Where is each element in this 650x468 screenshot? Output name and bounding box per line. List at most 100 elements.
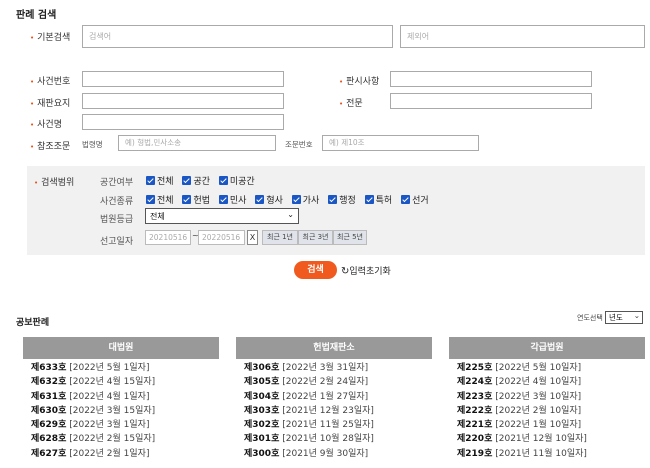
- public-option[interactable]: 공간: [182, 174, 210, 187]
- issue-number: 제631호: [31, 391, 67, 402]
- issue-date: [2021년 9월 30일자]: [282, 448, 369, 459]
- gazette-issue-link[interactable]: 제301호 [2021년 10월 28일자]: [244, 432, 432, 446]
- gazette-column-header: 대법원: [23, 337, 219, 359]
- gazette-issue-link[interactable]: 제628호 [2022년 2월 15일자]: [31, 432, 219, 446]
- article-input[interactable]: 예) 제10조: [322, 135, 479, 151]
- issue-number: 제633호: [31, 363, 67, 373]
- issue-number: 제629호: [31, 420, 67, 431]
- gazette-issue-link[interactable]: 제302호 [2021년 11월 25일자]: [244, 418, 432, 432]
- case-type-options: 전체 헌법 민사 형사 가사 행정 특허 선거: [146, 193, 435, 206]
- court-level-select[interactable]: 전체 ⌄: [145, 208, 299, 224]
- gazette-issue-link[interactable]: 제223호 [2022년 3월 10일자]: [457, 390, 645, 404]
- checkbox-checked-icon: [182, 195, 192, 204]
- gazette-issue-link[interactable]: 제221호 [2022년 1월 10일자]: [457, 418, 645, 432]
- gazette-issue-link[interactable]: 제304호 [2022년 1월 27일자]: [244, 390, 432, 404]
- full-text-input[interactable]: [390, 93, 592, 109]
- year-select-label: 연도선택: [577, 314, 603, 322]
- issue-date: [2022년 3월 31일자]: [282, 363, 369, 373]
- issue-date: [2021년 12월 10일자]: [495, 434, 587, 445]
- gazette-column-header: 각급법원: [449, 337, 645, 359]
- checkbox-checked-icon: [328, 195, 338, 204]
- issue-date: [2022년 4월 10일자]: [495, 377, 582, 388]
- issue-number: 제225호: [457, 363, 493, 373]
- summary-input[interactable]: [82, 93, 284, 109]
- gazette-issue-link[interactable]: 제300호 [2021년 9월 30일자]: [244, 447, 432, 461]
- issue-date: [2021년 12월 23일자]: [282, 405, 374, 416]
- gazette-issue-link[interactable]: 제631호 [2022년 4월 1일자]: [31, 390, 219, 404]
- issue-date: [2021년 10월 28일자]: [282, 434, 374, 445]
- case-no-input[interactable]: [82, 71, 284, 87]
- checkbox-checked-icon: [218, 176, 228, 185]
- range-1y-button[interactable]: 최근 1년: [262, 230, 298, 245]
- court-level-value: 전체: [150, 212, 165, 221]
- article-label: 조문번호: [285, 140, 313, 149]
- case-type-option[interactable]: 선거: [401, 193, 429, 206]
- issue-number: 제302호: [244, 420, 280, 431]
- case-type-option[interactable]: 특허: [364, 193, 392, 206]
- issue-number: 제223호: [457, 391, 493, 402]
- public-option[interactable]: 전체: [146, 174, 174, 187]
- issue-number: 제630호: [31, 405, 67, 416]
- gazette-issue-link[interactable]: 제633호 [2022년 5월 1일자]: [31, 361, 219, 375]
- gazette-issue-link[interactable]: 제629호 [2022년 3월 1일자]: [31, 418, 219, 432]
- date-label: 선고일자: [100, 237, 134, 247]
- public-option[interactable]: 미공간: [218, 174, 255, 187]
- reset-button[interactable]: ↻입력초기화: [341, 264, 391, 277]
- reference-label: • 참조조문: [30, 142, 71, 152]
- issue-number: 제224호: [457, 377, 493, 388]
- gazette-issue-link[interactable]: 제306호 [2022년 3월 31일자]: [244, 361, 432, 375]
- gazette-issue-link[interactable]: 제630호 [2022년 3월 15일자]: [31, 404, 219, 418]
- issue-number: 제306호: [244, 363, 280, 373]
- issue-date: [2021년 11월 10일자]: [495, 448, 587, 459]
- issue-number: 제301호: [244, 434, 280, 445]
- summary-label: • 재판요지: [30, 99, 71, 109]
- issue-date: [2022년 5월 10일자]: [495, 363, 582, 373]
- public-options: 전체 공간 미공간: [146, 174, 261, 187]
- issue-date: [2022년 3월 15일자]: [69, 405, 156, 416]
- case-no-label: • 사건번호: [30, 77, 71, 87]
- issue-date: [2022년 4월 1일자]: [69, 391, 150, 402]
- checkbox-checked-icon: [182, 176, 192, 185]
- gazette-issue-link[interactable]: 제224호 [2022년 4월 10일자]: [457, 375, 645, 389]
- gazette-column: 각급법원 제225호 [2022년 5월 10일자] 제224호 [2022년 4월…: [449, 337, 645, 461]
- case-type-option[interactable]: 형사: [255, 193, 283, 206]
- search-button[interactable]: 검색: [294, 261, 337, 279]
- chevron-down-icon: ⌄: [287, 210, 294, 219]
- gazette-issue-link[interactable]: 제632호 [2022년 4월 15일자]: [31, 375, 219, 389]
- issue-date: [2022년 1월 10일자]: [495, 420, 582, 431]
- gazette-title: 공보판례: [16, 318, 50, 328]
- date-from-input[interactable]: 20210516: [145, 230, 191, 245]
- checkbox-checked-icon: [401, 195, 411, 204]
- full-text-label: • 전문: [339, 99, 363, 109]
- gazette-issue-link[interactable]: 제220호 [2021년 12월 10일자]: [457, 432, 645, 446]
- case-type-option[interactable]: 전체: [146, 193, 174, 206]
- gazette-issue-link[interactable]: 제303호 [2021년 12월 23일자]: [244, 404, 432, 418]
- gazette-issue-link[interactable]: 제219호 [2021년 11월 10일자]: [457, 447, 645, 461]
- checkbox-checked-icon: [364, 195, 374, 204]
- checkbox-checked-icon: [146, 176, 155, 185]
- gazette-issue-link[interactable]: 제627호 [2022년 2월 1일자]: [31, 447, 219, 461]
- keyword-input[interactable]: 검색어: [82, 25, 393, 48]
- case-type-option[interactable]: 민사: [218, 193, 246, 206]
- case-type-option[interactable]: 가사: [291, 193, 319, 206]
- year-select[interactable]: 년도 ⌄: [605, 311, 643, 324]
- gazette-issue-link[interactable]: 제305호 [2022년 2월 24일자]: [244, 375, 432, 389]
- case-name-input[interactable]: [82, 114, 284, 130]
- issue-number: 제628호: [31, 434, 67, 445]
- gazette-issue-link[interactable]: 제222호 [2022년 2월 10일자]: [457, 404, 645, 418]
- date-to-input[interactable]: 20220516: [198, 230, 245, 245]
- issue-number: 제220호: [457, 434, 493, 445]
- range-5y-button[interactable]: 최근 5년: [333, 230, 367, 245]
- issue-number: 제219호: [457, 448, 493, 459]
- issue-number: 제222호: [457, 405, 493, 416]
- case-type-option[interactable]: 헌법: [182, 193, 210, 206]
- clear-date-button[interactable]: X: [247, 230, 258, 245]
- ruling-items-input[interactable]: [390, 71, 592, 87]
- case-type-option[interactable]: 행정: [328, 193, 356, 206]
- keyword-label: • 기본검색: [30, 33, 71, 43]
- law-name-input[interactable]: 예) 형법,민사소송: [118, 135, 276, 151]
- gazette-issue-link[interactable]: 제225호 [2022년 5월 10일자]: [457, 361, 645, 375]
- exclude-keyword-input[interactable]: 제외어: [400, 25, 645, 48]
- range-3y-button[interactable]: 최근 3년: [298, 230, 333, 245]
- scope-label: • 검색범위: [34, 178, 75, 188]
